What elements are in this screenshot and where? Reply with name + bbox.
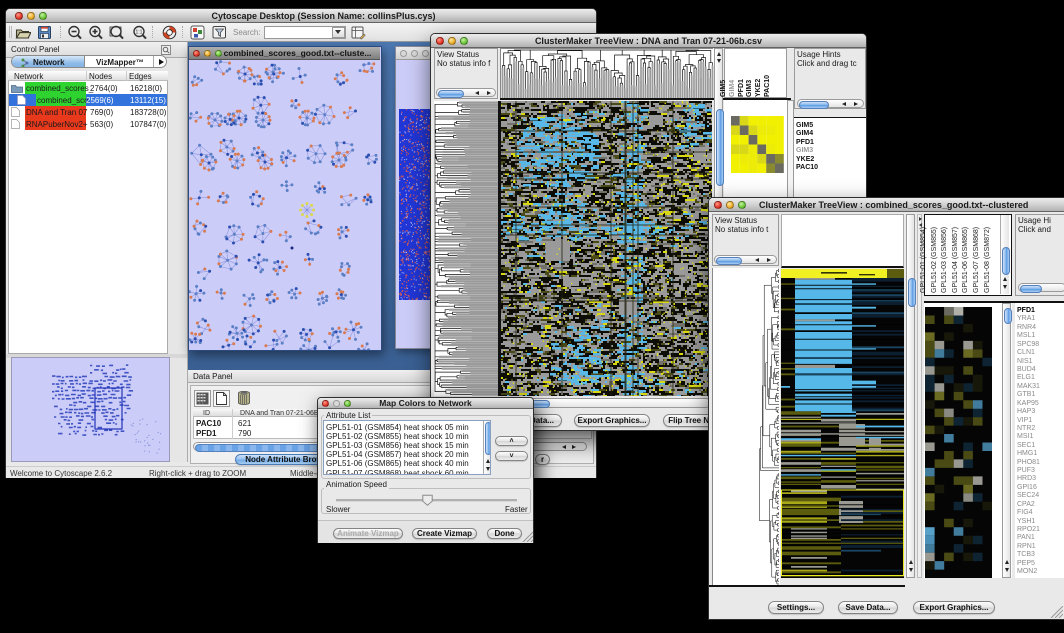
- svg-text:1:1: 1:1: [136, 30, 143, 36]
